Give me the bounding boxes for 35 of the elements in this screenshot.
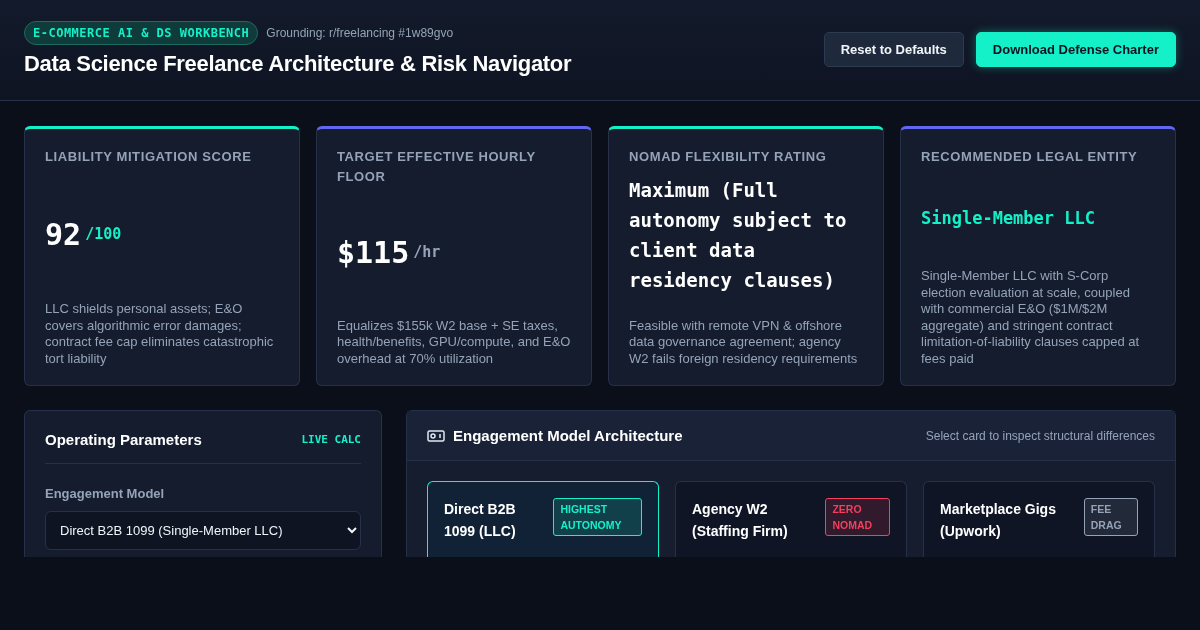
model-badge: FEE DRAG (1083, 498, 1138, 536)
page-title: Data Science Freelance Architecture & Risk Navigator (24, 51, 572, 77)
stat-value: Maximum (Full autonomy subject to client data residency clauses) (629, 178, 848, 293)
model-name: Agency W2 (Staffing Firm) (692, 500, 789, 541)
stat-label: NOMAD FLEXIBILITY RATING (629, 148, 828, 166)
stat-description: LLC shields personal assets; E&O covers algorithmic error damages; contract fee cap eliminates catastrophic tort liability (45, 301, 275, 367)
panel-title: Operating Parameters (45, 431, 202, 448)
model-card[interactable]: Direct B2B 1099 (LLC) HIGHEST AUTONOMY (427, 481, 659, 557)
stat-description: Feasible with remote VPN & offshore data governance agreement; agency W2 fails foreign residency requirements (629, 317, 859, 367)
field-label: Engagement Model (45, 486, 166, 501)
hint-text: Select card to inspect structural differences (925, 428, 1155, 443)
stat-value: 92 (45, 216, 82, 252)
stat-description: Equalizes $155k W2 base + SE taxes, health/benefits, GPU/compute, and E&O overhead at 70% utilization (337, 317, 571, 367)
stat-label: LIABILITY MITIGATION SCORE (45, 148, 253, 166)
grounding-text: Grounding: r/freelancing #1w89gvo (266, 26, 454, 40)
stat-unit: /hr (413, 243, 441, 262)
stat-unit: /100 (85, 225, 122, 243)
stat-value: $115 (337, 234, 410, 270)
reset-button[interactable]: Reset to Defaults (823, 31, 964, 67)
model-card[interactable]: Marketplace Gigs (Upwork) FEE DRAG (923, 481, 1155, 557)
engagement-model-select[interactable]: Direct B2B 1099 (Single-Member LLC) (45, 511, 361, 550)
stat-description: Single-Member LLC with S-Corp election evaluation at scale, coupled with commercial E&O ($1M/$2M aggregate) and stringent contract limitation-of-liability clauses capped at fees paid (921, 268, 1141, 367)
panel-title: Engagement Model Architecture (453, 427, 683, 444)
workbench-badge: E-COMMERCE AI & DS WORKBENCH (24, 21, 259, 45)
model-name: Direct B2B 1099 (LLC) (444, 500, 517, 541)
model-name: Marketplace Gigs (Upwork) (940, 500, 1057, 541)
download-button[interactable]: Download Defense Charter (975, 31, 1176, 67)
stat-label: TARGET EFFECTIVE HOURLY FLOOR (337, 148, 537, 186)
model-card[interactable]: Agency W2 (Staffing Firm) ZERO NOMAD (675, 481, 907, 557)
model-badge: HIGHEST AUTONOMY (553, 498, 642, 536)
cash-icon (427, 428, 445, 443)
stat-value: Single-Member LLC (921, 207, 1095, 228)
model-badge: ZERO NOMAD (825, 498, 890, 536)
stat-label: RECOMMENDED LEGAL ENTITY (921, 148, 1139, 166)
live-calc-tag: LIVE CALC (301, 433, 361, 446)
